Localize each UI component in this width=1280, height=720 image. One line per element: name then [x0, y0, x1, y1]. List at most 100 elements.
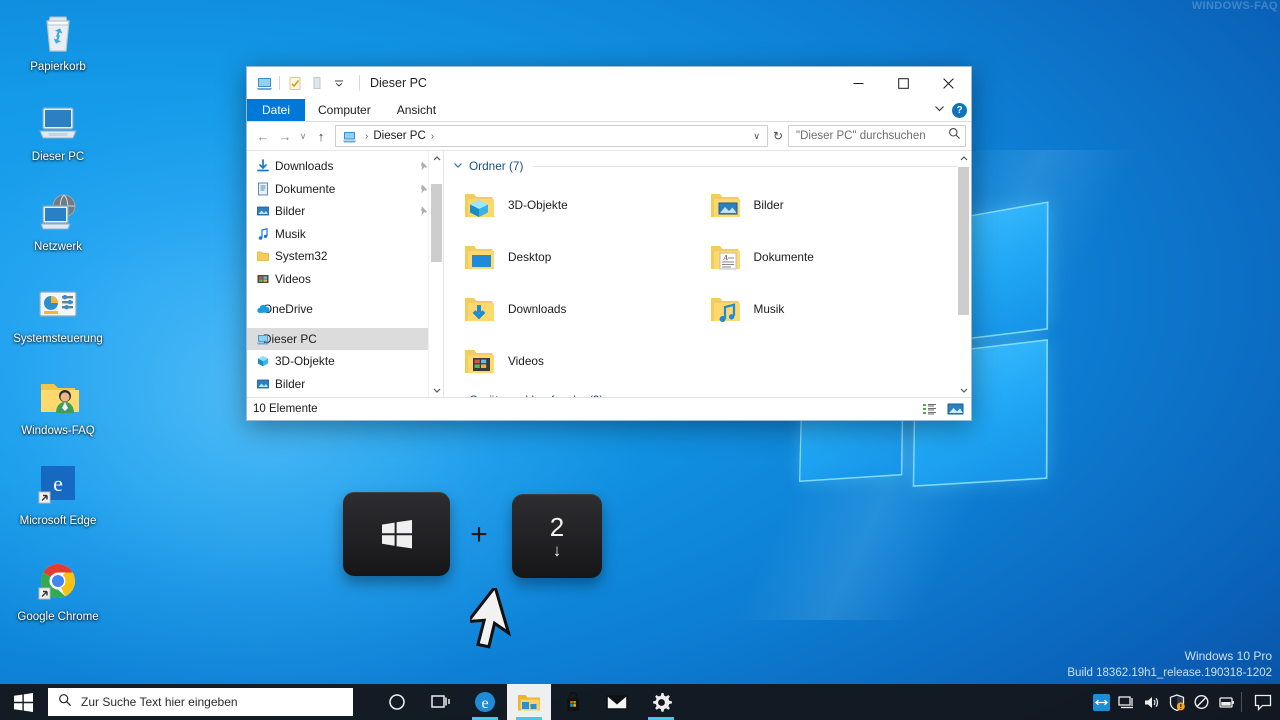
volume-icon[interactable] [1139, 684, 1164, 720]
scrollbar-thumb[interactable] [431, 184, 442, 262]
folder-grid[interactable]: 3D-Objekte Bilder Desktop A Dokumente Do… [444, 173, 971, 387]
breadcrumb-separator-2[interactable]: › [431, 131, 434, 142]
properties-icon[interactable] [285, 73, 305, 93]
ribbon-right-controls[interactable]: ? [933, 99, 967, 122]
folder-item-downloads[interactable]: Downloads [462, 283, 708, 335]
taskbar-edge-icon[interactable]: e [463, 684, 507, 720]
minimize-button[interactable] [836, 67, 881, 99]
window-title-bar[interactable]: Dieser PC [247, 67, 971, 99]
ribbon-tab-bar[interactable]: Datei Computer Ansicht ? [247, 99, 971, 122]
security-shield-icon[interactable] [1164, 684, 1189, 720]
nav-item-bilder[interactable]: Bilder [247, 200, 443, 223]
nav-item-dieser-pc[interactable]: Dieser PC [247, 327, 443, 350]
help-icon[interactable]: ? [952, 103, 967, 118]
search-input[interactable]: "Dieser PC" durchsuchen [796, 130, 948, 142]
tab-ansicht[interactable]: Ansicht [384, 99, 449, 121]
taskbar-mail-icon[interactable] [595, 684, 639, 720]
new-folder-icon[interactable] [307, 73, 327, 93]
taskbar-file-explorer-icon[interactable] [507, 684, 551, 720]
desktop-icon-label: Papierkorb [30, 61, 86, 73]
taskbar-search-box[interactable]: Zur Suche Text hier eingeben [48, 688, 353, 716]
scroll-down-icon[interactable] [956, 382, 971, 397]
folder-documents-icon: A [708, 241, 742, 273]
scroll-down-icon[interactable] [429, 382, 443, 397]
address-bar-row[interactable]: ← → ∨ ↑ › Dieser PC › ∨ ↻ "Dieser PC" du… [247, 122, 971, 150]
taskbar-cortana-icon[interactable] [375, 684, 419, 720]
system-tray[interactable] [1089, 684, 1280, 720]
action-center-icon[interactable] [1248, 684, 1278, 720]
folder-item-dokumente[interactable]: A Dokumente [708, 231, 954, 283]
group-header-ordner[interactable]: Ordner (7) [444, 151, 971, 173]
window-controls[interactable] [836, 67, 971, 99]
nav-item-downloads[interactable]: Downloads [247, 155, 443, 178]
desktop[interactable]: WINDOWS-FAQ Windows 10 Pro Build 18362.1… [0, 0, 1280, 720]
scrollbar-thumb[interactable] [958, 167, 969, 315]
folder-item-musik[interactable]: Musik [708, 283, 954, 335]
content-scrollbar[interactable] [956, 151, 971, 397]
taskbar-search-input[interactable]: Zur Suche Text hier eingeben [81, 695, 238, 709]
desktop-icon-control-panel[interactable]: Systemsteuerung [0, 280, 116, 346]
this-pc-icon[interactable] [254, 73, 274, 93]
mouse-arrow-icon [464, 583, 532, 660]
forward-button[interactable]: → [274, 125, 296, 147]
battery-icon[interactable] [1214, 684, 1239, 720]
search-icon[interactable] [948, 127, 961, 145]
up-button[interactable]: ↑ [310, 125, 332, 147]
teamviewer-icon[interactable] [1089, 684, 1114, 720]
folder-item-desktop[interactable]: Desktop [462, 231, 708, 283]
scroll-up-icon[interactable] [956, 151, 971, 166]
quick-access-toolbar[interactable] [247, 73, 360, 93]
scroll-up-icon[interactable] [429, 151, 443, 166]
address-bar[interactable]: › Dieser PC › ∨ [335, 125, 768, 147]
nav-item-videos[interactable]: Videos [247, 268, 443, 291]
taskbar-pinned-items[interactable]: e [375, 684, 683, 720]
breadcrumb-separator: › [365, 130, 369, 142]
no-entry-icon[interactable] [1189, 684, 1214, 720]
maximize-button[interactable] [881, 67, 926, 99]
desktop-icon-windows-faq[interactable]: Windows-FAQ [0, 372, 116, 438]
3d-objects-icon [255, 353, 271, 369]
chevron-down-icon[interactable] [329, 73, 349, 93]
breadcrumb-dieser-pc[interactable]: Dieser PC [373, 130, 425, 142]
refresh-button[interactable]: ↻ [768, 125, 788, 147]
desktop-icon-microsoft-edge[interactable]: e Microsoft Edge [0, 462, 116, 528]
folder-item-videos[interactable]: Videos [462, 335, 708, 387]
details-view-icon[interactable] [919, 400, 939, 418]
nav-item-bilder-pc[interactable]: Bilder [247, 373, 443, 396]
nav-item-3d-objekte[interactable]: 3D-Objekte [247, 350, 443, 373]
chevron-down-icon[interactable] [453, 160, 463, 173]
back-button[interactable]: ← [252, 125, 274, 147]
taskbar-task-view-icon[interactable] [419, 684, 463, 720]
network-tray-icon[interactable] [1114, 684, 1139, 720]
ribbon-expand-icon[interactable] [933, 102, 946, 120]
view-buttons[interactable] [919, 400, 965, 418]
search-box[interactable]: "Dieser PC" durchsuchen [788, 125, 966, 147]
tab-datei[interactable]: Datei [247, 99, 306, 121]
desktop-icon-this-pc[interactable]: Dieser PC [0, 98, 116, 164]
nav-item-system32[interactable]: System32 [247, 245, 443, 268]
close-button[interactable] [926, 67, 971, 99]
taskbar-microsoft-store-icon[interactable] [551, 684, 595, 720]
folder-item-3d-objekte[interactable]: 3D-Objekte [462, 179, 708, 231]
start-button-icon[interactable] [0, 684, 46, 720]
pictures-icon [255, 203, 271, 219]
recent-locations-button[interactable]: ∨ [296, 125, 310, 147]
taskbar-settings-icon[interactable] [639, 684, 683, 720]
group-header-geraete[interactable]: Geräte und Laufwerke (3) [444, 387, 971, 397]
taskbar[interactable]: Zur Suche Text hier eingeben e [0, 684, 1280, 720]
navigation-pane[interactable]: Downloads Dokumente Bilder Musik System3… [247, 151, 443, 397]
desktop-icon-google-chrome[interactable]: Google Chrome [0, 558, 116, 624]
nav-item-musik[interactable]: Musik [247, 223, 443, 246]
file-explorer-window[interactable]: Dieser PC Datei Computer Ansicht ? ← → ∨… [246, 66, 972, 421]
folder-item-bilder[interactable]: Bilder [708, 179, 954, 231]
address-dropdown-icon[interactable]: ∨ [748, 131, 765, 142]
folder-item-label: Desktop [508, 250, 552, 264]
nav-item-onedrive[interactable]: OneDrive [247, 298, 443, 321]
desktop-icon-network[interactable]: Netzwerk [0, 188, 116, 254]
content-pane[interactable]: Ordner (7) 3D-Objekte Bilder Desktop A D… [444, 151, 971, 397]
tab-computer[interactable]: Computer [305, 99, 384, 121]
navigation-scrollbar[interactable] [428, 151, 443, 397]
desktop-icon-recycle-bin[interactable]: Papierkorb [0, 8, 116, 74]
large-icons-view-icon[interactable] [945, 400, 965, 418]
nav-item-dokumente[interactable]: Dokumente [247, 178, 443, 201]
